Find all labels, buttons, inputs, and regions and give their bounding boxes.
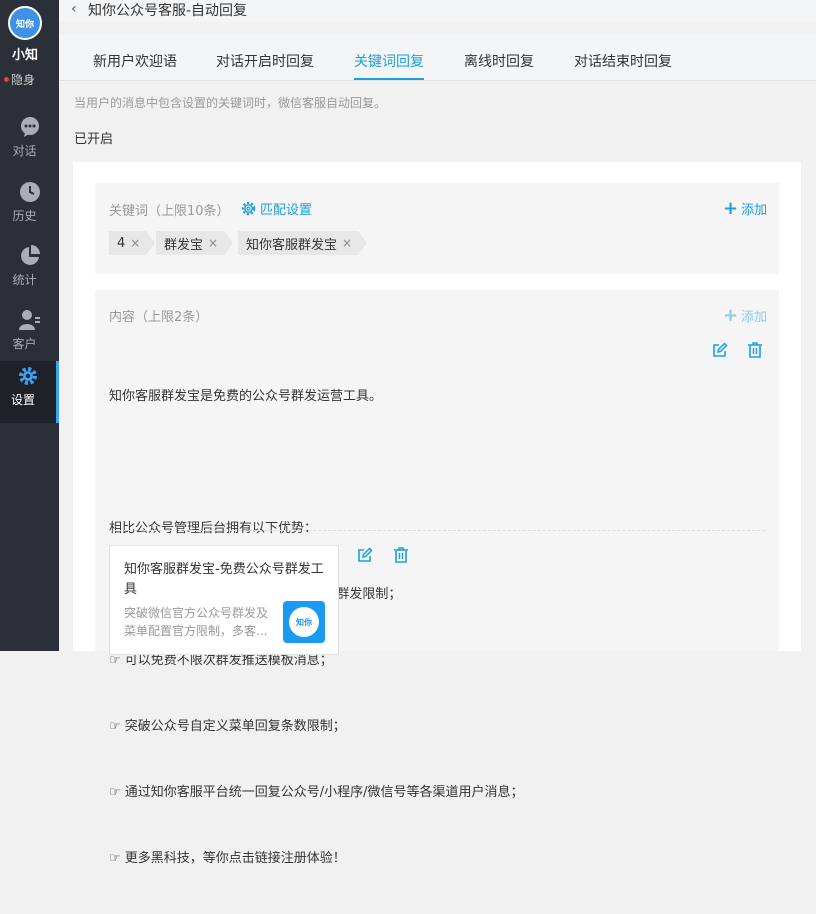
delete-article-button[interactable] <box>393 547 409 563</box>
add-content-button[interactable]: + 添加 <box>723 305 768 326</box>
match-settings-label: 匹配设置 <box>260 203 313 218</box>
message-line: ☞ 通过知你客服平台统一回复公众号/小程序/微信号等各渠道用户消息； <box>109 785 524 800</box>
delete-message-button[interactable] <box>747 342 763 358</box>
tab-conversation-end[interactable]: 对话结束时回复 <box>574 51 672 71</box>
remove-tag-icon[interactable]: × <box>130 236 140 250</box>
nav-item-settings[interactable]: 设置 <box>0 361 59 423</box>
article-title: 知你客服群发宝-免费公众号群发工具 <box>124 562 324 597</box>
match-settings-link[interactable]: 匹配设置 <box>241 199 312 218</box>
remove-tag-icon[interactable]: × <box>208 236 218 250</box>
add-label: 添加 <box>741 203 768 218</box>
content-section: 内容（上限2条） + 添加 知你客服群发宝是免费的公众号群发运营工具。 相比公众… <box>95 290 779 866</box>
keyword-tag: 群发宝 × <box>156 231 234 255</box>
hint-text: 当用户的消息中包含设置的关键词时，微信客服自动回复。 <box>74 96 387 110</box>
avatar-logo: 知你 <box>15 19 34 30</box>
tab-offline-reply[interactable]: 离线时回复 <box>464 51 534 71</box>
keyword-section: 关键词（上限10条） 匹配设置 + 添加 4 × 群发宝 × 知你客服群发宝 × <box>95 183 779 274</box>
add-keyword-button[interactable]: + 添加 <box>723 198 768 219</box>
keyword-text: 知你客服群发宝 <box>246 237 338 253</box>
keyword-text: 4 <box>117 235 126 251</box>
status-toggle[interactable]: 隐身 <box>4 71 35 88</box>
edit-article-button[interactable] <box>357 547 373 563</box>
content-title: 内容（上限2条） <box>109 310 209 325</box>
trash-icon <box>394 547 408 563</box>
tab-keyword-reply[interactable]: 关键词回复 <box>354 51 424 80</box>
plus-icon: + <box>723 198 739 219</box>
keyword-text: 群发宝 <box>164 237 204 253</box>
divider <box>109 530 765 531</box>
keyword-tag: 4 × <box>109 231 156 255</box>
tab-conversation-start[interactable]: 对话开启时回复 <box>216 51 314 71</box>
keyword-title: 关键词（上限10条） <box>109 204 230 219</box>
clock-icon <box>19 181 41 203</box>
status-dot <box>4 77 9 82</box>
message-line: ☞ 更多黑科技，等你点击链接注册体验！ <box>109 851 346 866</box>
gear-icon <box>17 365 39 387</box>
page-header: ‹ 知你公众号客服-自动回复 <box>59 0 816 22</box>
user-name: 小知 <box>11 48 38 63</box>
nav-label: 统计 <box>12 273 37 287</box>
tab-bar: 新用户欢迎语 对话开启时回复 关键词回复 离线时回复 对话结束时回复 <box>59 34 816 81</box>
tab-welcome[interactable]: 新用户欢迎语 <box>93 51 177 71</box>
keyword-tag: 知你客服群发宝 × <box>238 231 368 255</box>
article-description: 突破微信官方公众号群发及菜单配置官方限制，多客... <box>124 606 269 638</box>
nav-label: 设置 <box>10 393 35 407</box>
rule-card: 关键词（上限10条） 匹配设置 + 添加 4 × 群发宝 × 知你客服群发宝 ×… <box>73 162 801 866</box>
edit-message-button[interactable] <box>712 342 728 358</box>
edit-icon <box>358 547 373 562</box>
message-line: ☞ 突破公众号自定义菜单回复条数限制； <box>109 719 346 734</box>
edit-icon <box>713 342 728 357</box>
nav-label: 客户 <box>12 337 37 351</box>
page-title: 知你公众号客服-自动回复 <box>88 3 248 19</box>
message-line: 知你客服群发宝是免费的公众号群发运营工具。 <box>109 389 383 404</box>
gear-icon <box>241 201 256 216</box>
article-thumbnail: 知你 <box>283 601 325 643</box>
pie-chart-icon <box>19 245 41 267</box>
sidebar: 知你 小知 隐身 对话 历史 统计 客户 设置 <box>0 0 59 651</box>
thumbnail-logo: 知你 <box>289 607 319 637</box>
trash-icon <box>748 342 762 358</box>
message-line <box>109 452 524 474</box>
nav-item-history[interactable]: 历史 <box>0 177 59 239</box>
enabled-status[interactable]: 已开启 <box>74 128 113 147</box>
plus-icon: + <box>723 305 739 326</box>
user-list-icon <box>18 309 41 331</box>
nav-label: 历史 <box>12 209 37 223</box>
nav-label: 对话 <box>12 144 37 158</box>
status-label: 隐身 <box>11 73 36 87</box>
nav-item-stats[interactable]: 统计 <box>0 241 59 303</box>
chat-icon <box>19 116 41 138</box>
nav-item-customers[interactable]: 客户 <box>0 305 59 367</box>
nav-item-chat[interactable]: 对话 <box>0 112 59 174</box>
avatar[interactable]: 知你 <box>8 6 42 40</box>
add-label: 添加 <box>741 310 768 325</box>
back-icon[interactable]: ‹ <box>71 1 77 17</box>
article-card[interactable]: 知你客服群发宝-免费公众号群发工具 突破微信官方公众号群发及菜单配置官方限制，多… <box>109 545 339 655</box>
remove-tag-icon[interactable]: × <box>342 236 352 250</box>
message-line: 相比公众号管理后台拥有以下优势： <box>109 521 318 536</box>
